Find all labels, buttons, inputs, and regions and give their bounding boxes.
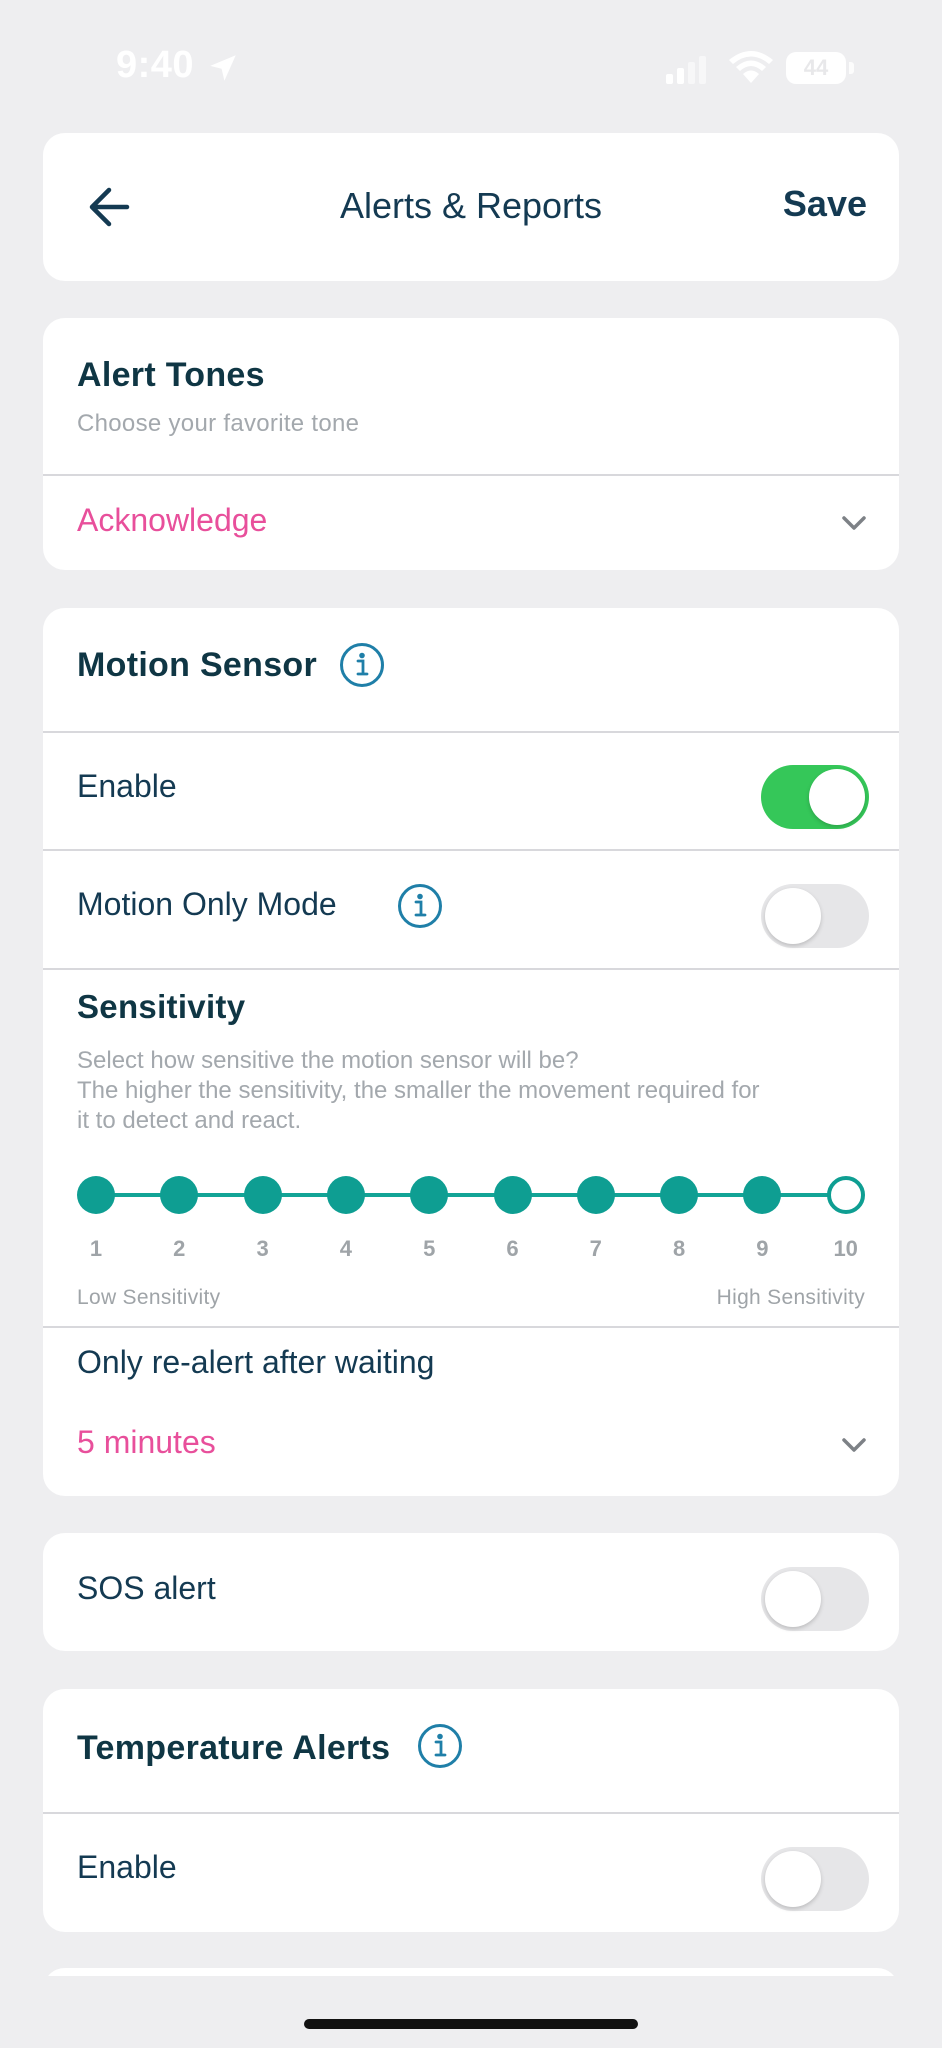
status-time: 9:40: [116, 44, 195, 86]
motion-enable-toggle[interactable]: [761, 765, 869, 829]
motion-only-mode-label: Motion Only Mode: [77, 886, 337, 922]
motion-only-mode-toggle[interactable]: [761, 884, 869, 948]
divider: [43, 1812, 899, 1814]
sensitivity-level-label: 5: [423, 1236, 436, 1261]
motion-enable-label: Enable: [77, 768, 177, 804]
realert-label: Only re-alert after waiting: [77, 1344, 435, 1380]
sensitivity-dot-7[interactable]: [576, 1176, 615, 1214]
battery-level: 44: [803, 55, 829, 80]
sensitivity-level-label: 6: [506, 1236, 519, 1261]
alert-tone-select[interactable]: Acknowledge: [43, 476, 899, 570]
sensitivity-level-label: 8: [672, 1236, 686, 1261]
battery-icon: 44: [786, 50, 856, 86]
sos-card: SOS alert: [43, 1533, 899, 1651]
sensitivity-dot-4[interactable]: [326, 1176, 365, 1214]
home-indicator: [304, 2019, 638, 2029]
alert-tone-value: Acknowledge: [77, 502, 268, 538]
sensitivity-description: Select how sensitive the motion sensor w…: [77, 1046, 877, 1136]
sensitivity-description-line: Select how sensitive the motion sensor w…: [77, 1047, 579, 1074]
divider: [43, 1326, 899, 1328]
divider: [43, 968, 899, 970]
save-button[interactable]: Save: [783, 183, 867, 225]
sensitivity-level-label: 1: [89, 1236, 103, 1261]
alert-tones-card: Alert Tones Choose your favorite tone Ac…: [43, 318, 899, 570]
bottom-safe-area: [0, 1976, 942, 2048]
temperature-alerts-title: Temperature Alerts: [77, 1729, 391, 1767]
sensitivity-dot-10[interactable]: [826, 1176, 865, 1214]
sensitivity-description-line: it to detect and react.: [77, 1107, 302, 1134]
sensitivity-dot-3[interactable]: [243, 1176, 282, 1214]
sensitivity-dot-6[interactable]: [493, 1176, 532, 1214]
sensitivity-title: Sensitivity: [77, 988, 246, 1025]
wifi-icon: [729, 51, 773, 83]
sensitivity-level-label: 9: [756, 1236, 769, 1261]
temperature-alerts-card: Temperature Alerts Enable: [43, 1689, 899, 1932]
page-title: Alerts & Reports: [339, 185, 603, 226]
sensitivity-track: [95, 1193, 843, 1197]
sensitivity-level-label: 4: [339, 1236, 353, 1261]
chevron-down-icon: [842, 516, 866, 530]
header-bar: Alerts & Reports Save: [43, 133, 899, 281]
divider: [43, 731, 899, 733]
sensitivity-dot-9[interactable]: [743, 1176, 782, 1214]
realert-select[interactable]: 5 minutes: [43, 1414, 899, 1486]
sos-toggle[interactable]: [761, 1567, 869, 1631]
low-sensitivity-label: Low Sensitivity: [77, 1286, 221, 1309]
sos-label: SOS alert: [77, 1570, 216, 1606]
cellular-signal-icon: [666, 56, 706, 84]
motion-only-info-icon[interactable]: [397, 883, 443, 929]
sensitivity-dot-8[interactable]: [660, 1176, 699, 1214]
alert-tones-subtitle: Choose your favorite tone: [77, 410, 360, 437]
sensitivity-description-line: The higher the sensitivity, the smaller …: [77, 1077, 760, 1104]
divider: [43, 849, 899, 851]
sensitivity-level-label: 7: [589, 1236, 602, 1261]
sensitivity-level-label: 2: [173, 1236, 186, 1261]
toggle-knob: [765, 1571, 821, 1627]
motion-sensor-card: Motion Sensor Enable Motion Only Mode Se…: [43, 608, 899, 1496]
motion-sensor-info-icon[interactable]: [339, 642, 385, 688]
chevron-down-icon: [842, 1438, 866, 1452]
sensitivity-dot-1[interactable]: [77, 1176, 115, 1214]
realert-value: 5 minutes: [77, 1424, 216, 1460]
alert-tones-title: Alert Tones: [77, 356, 265, 394]
temperature-info-icon[interactable]: [417, 1723, 463, 1769]
toggle-knob: [809, 769, 865, 825]
temperature-enable-toggle[interactable]: [761, 1847, 869, 1911]
high-sensitivity-label: High Sensitivity: [716, 1286, 865, 1309]
sensitivity-dot-2[interactable]: [160, 1176, 199, 1214]
temperature-enable-label: Enable: [77, 1849, 177, 1885]
status-bar: 9:40 44: [0, 0, 942, 130]
toggle-knob: [765, 888, 821, 944]
sensitivity-level-label: 3: [256, 1236, 269, 1261]
location-arrow-icon: [210, 55, 236, 81]
sensitivity-level-label: 10: [833, 1236, 858, 1261]
toggle-knob: [765, 1851, 821, 1907]
sensitivity-dot-5[interactable]: [410, 1176, 449, 1214]
motion-sensor-title: Motion Sensor: [77, 646, 318, 684]
